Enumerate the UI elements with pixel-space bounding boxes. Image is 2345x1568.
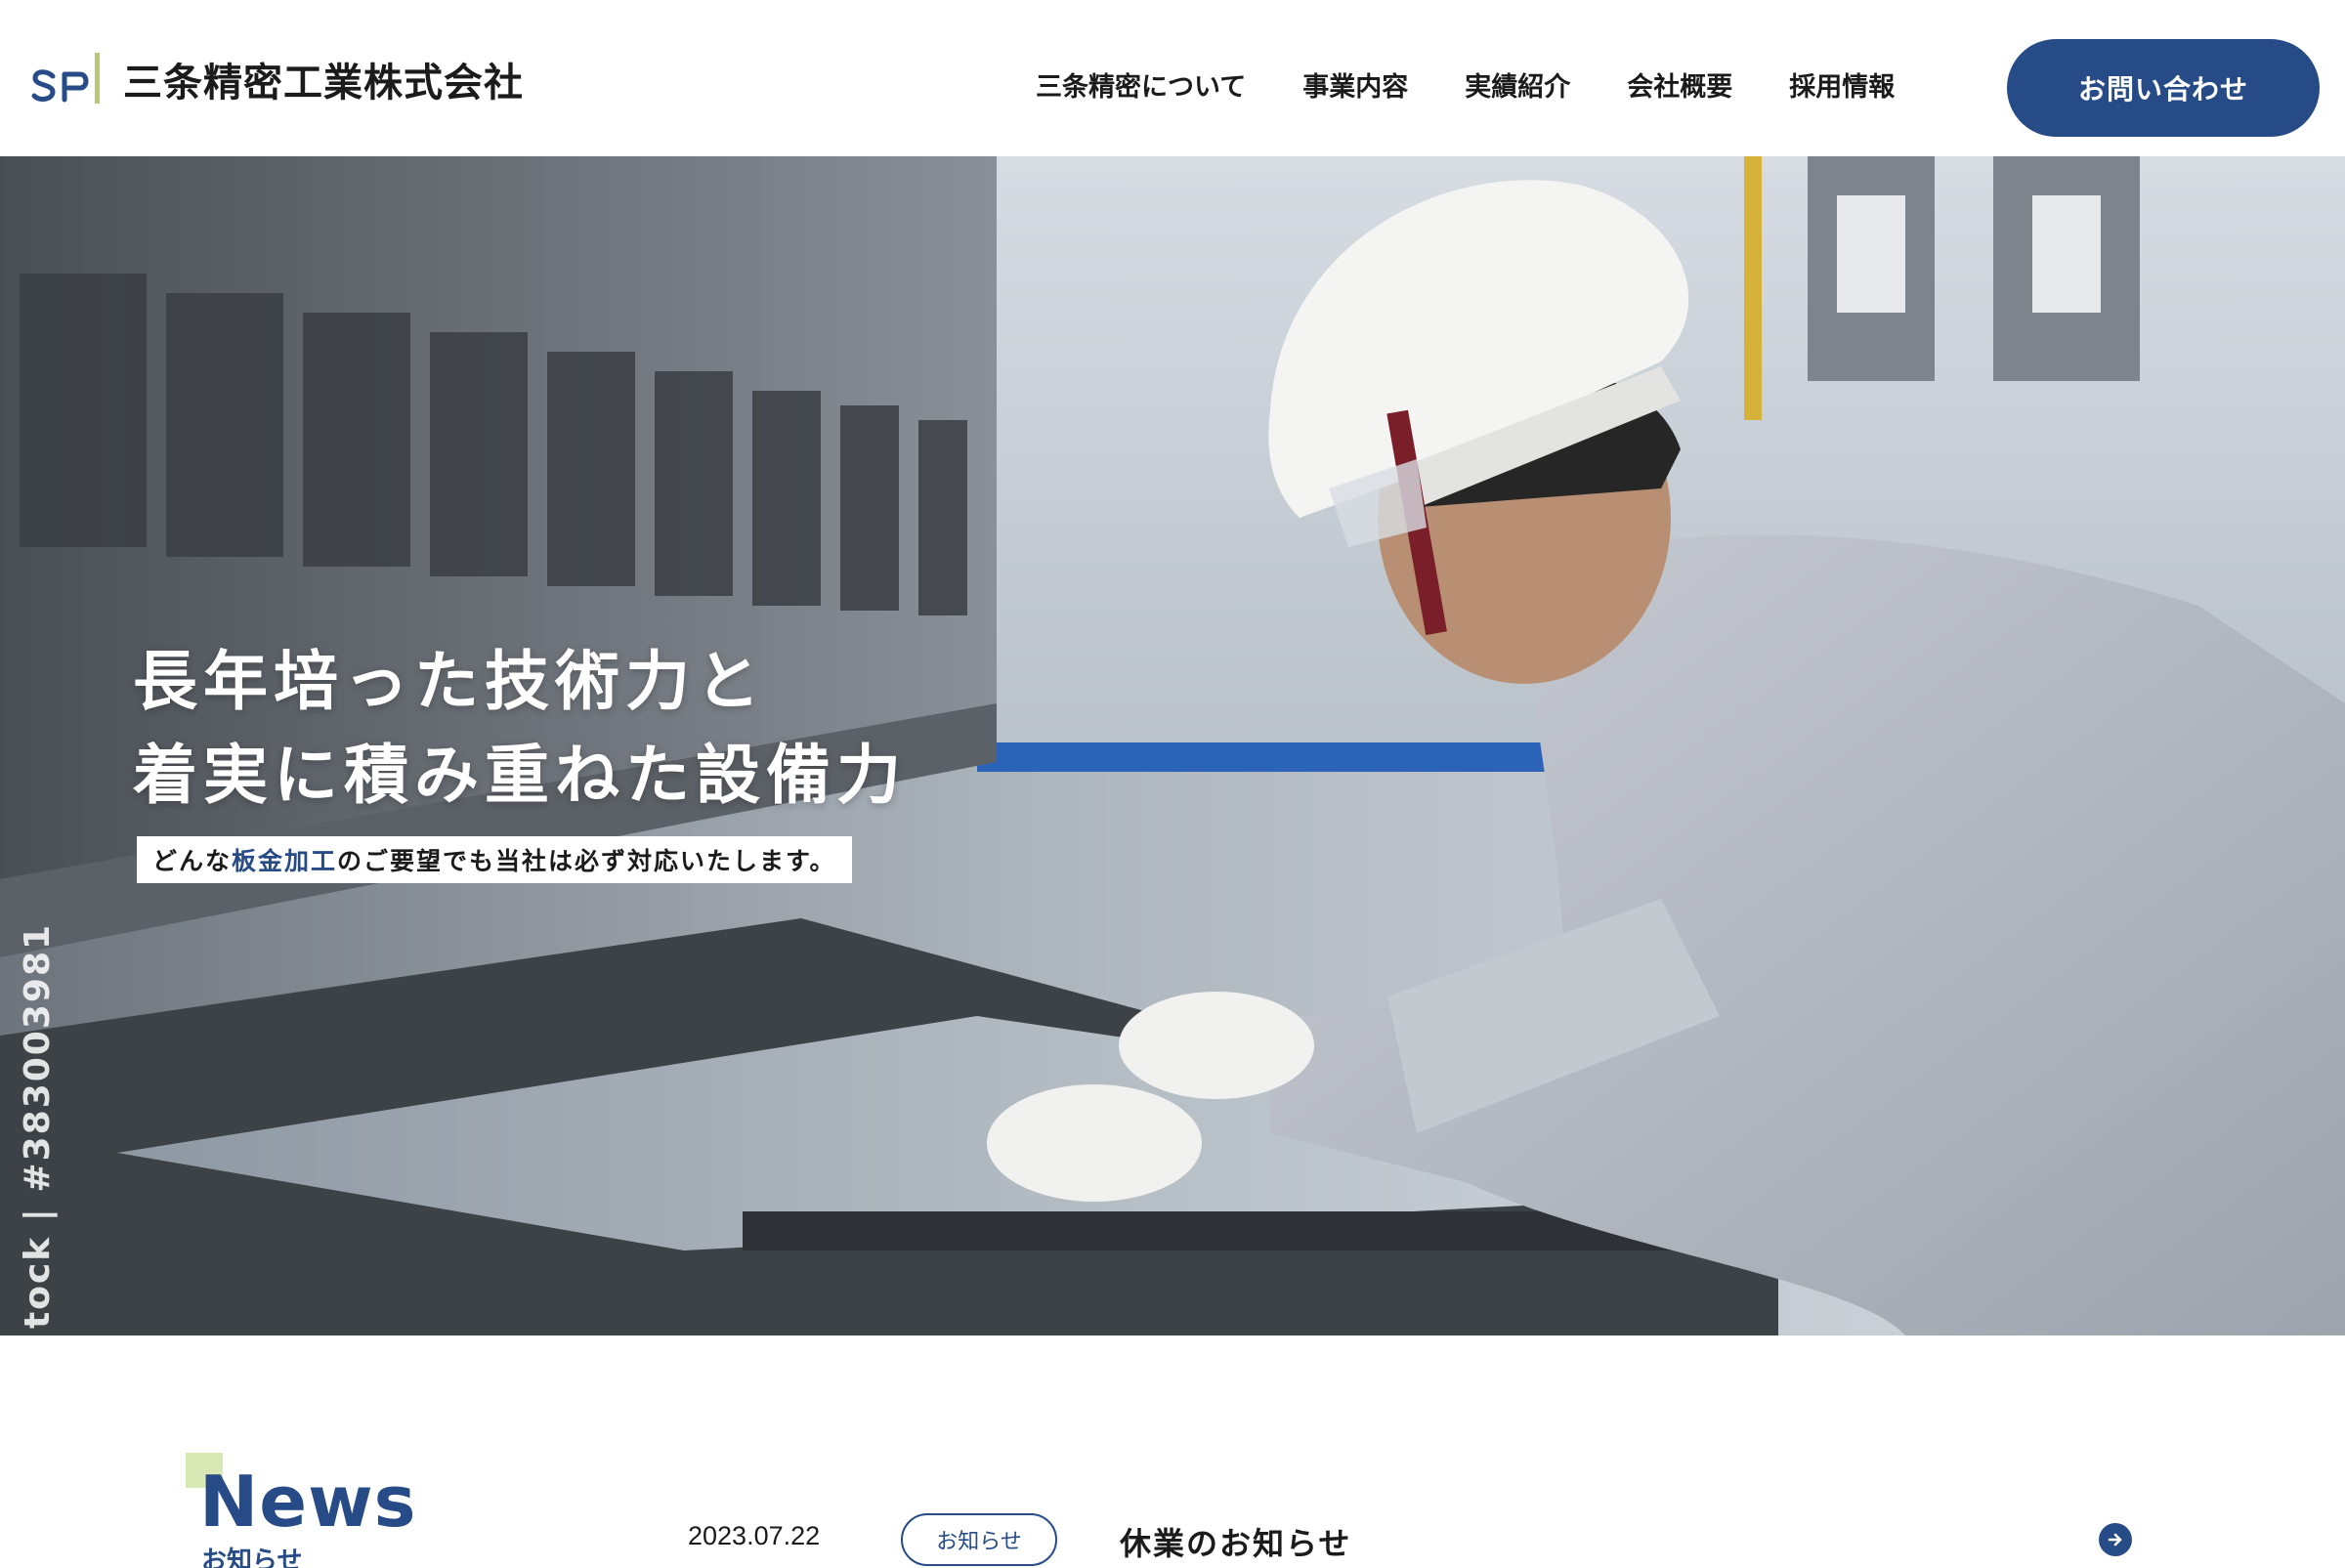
company-name: 三条精密工業株式会社 — [123, 61, 524, 106]
nav-works[interactable]: 実績紹介 — [1465, 59, 1570, 117]
contact-button[interactable]: お問い合わせ — [2007, 39, 2320, 137]
hero-copy: 長年培った技術力と 着実に積み重ねた設備力 どんな板金加工のご要望でも当社は必ず… — [133, 635, 907, 883]
hero-section: 長年培った技術力と 着実に積み重ねた設備力 どんな板金加工のご要望でも当社は必ず… — [0, 156, 2345, 1335]
hero-sub-suffix: のご要望でも当社は必ず対応いたします。 — [337, 847, 836, 875]
news-subtitle: お知らせ — [201, 1547, 303, 1568]
main-nav: 三条精密について 事業内容 実績紹介 会社概要 採用情報 — [1036, 59, 1895, 117]
hero-subtext: どんな板金加工のご要望でも当社は必ず対応いたします。 — [137, 836, 852, 883]
nav-recruit[interactable]: 採用情報 — [1789, 59, 1895, 117]
hero-headline-line2: 着実に積み重ねた設備力 — [133, 738, 907, 813]
nav-about[interactable]: 三条精密について — [1036, 59, 1246, 117]
logo-mark-icon — [31, 47, 109, 111]
news-title: News — [199, 1461, 417, 1543]
arrow-right-icon[interactable] — [2099, 1523, 2132, 1556]
news-section: News お知らせ 2023.07.22 お知らせ 休業のお知らせ — [0, 1335, 2345, 1568]
news-category-badge: お知らせ — [901, 1513, 1057, 1566]
hero-sub-prefix: どんな — [152, 847, 233, 875]
stock-watermark-id: tock | #383003981 — [18, 922, 58, 1329]
news-list-item[interactable]: 2023.07.22 お知らせ 休業のお知らせ — [684, 1513, 2140, 1568]
news-date: 2023.07.22 — [688, 1521, 821, 1550]
news-item-title[interactable]: 休業のお知らせ — [1120, 1519, 1351, 1564]
nav-business[interactable]: 事業内容 — [1302, 59, 1408, 117]
hero-headline-line1: 長年培った技術力と — [133, 644, 766, 719]
site-header: 三条精密工業株式会社 三条精密について 事業内容 実績紹介 会社概要 採用情報 … — [0, 0, 2345, 156]
site-logo[interactable]: 三条精密工業株式会社 — [31, 45, 524, 113]
nav-company[interactable]: 会社概要 — [1627, 59, 1732, 117]
hero-sub-accent: 板金加工 — [232, 847, 338, 875]
